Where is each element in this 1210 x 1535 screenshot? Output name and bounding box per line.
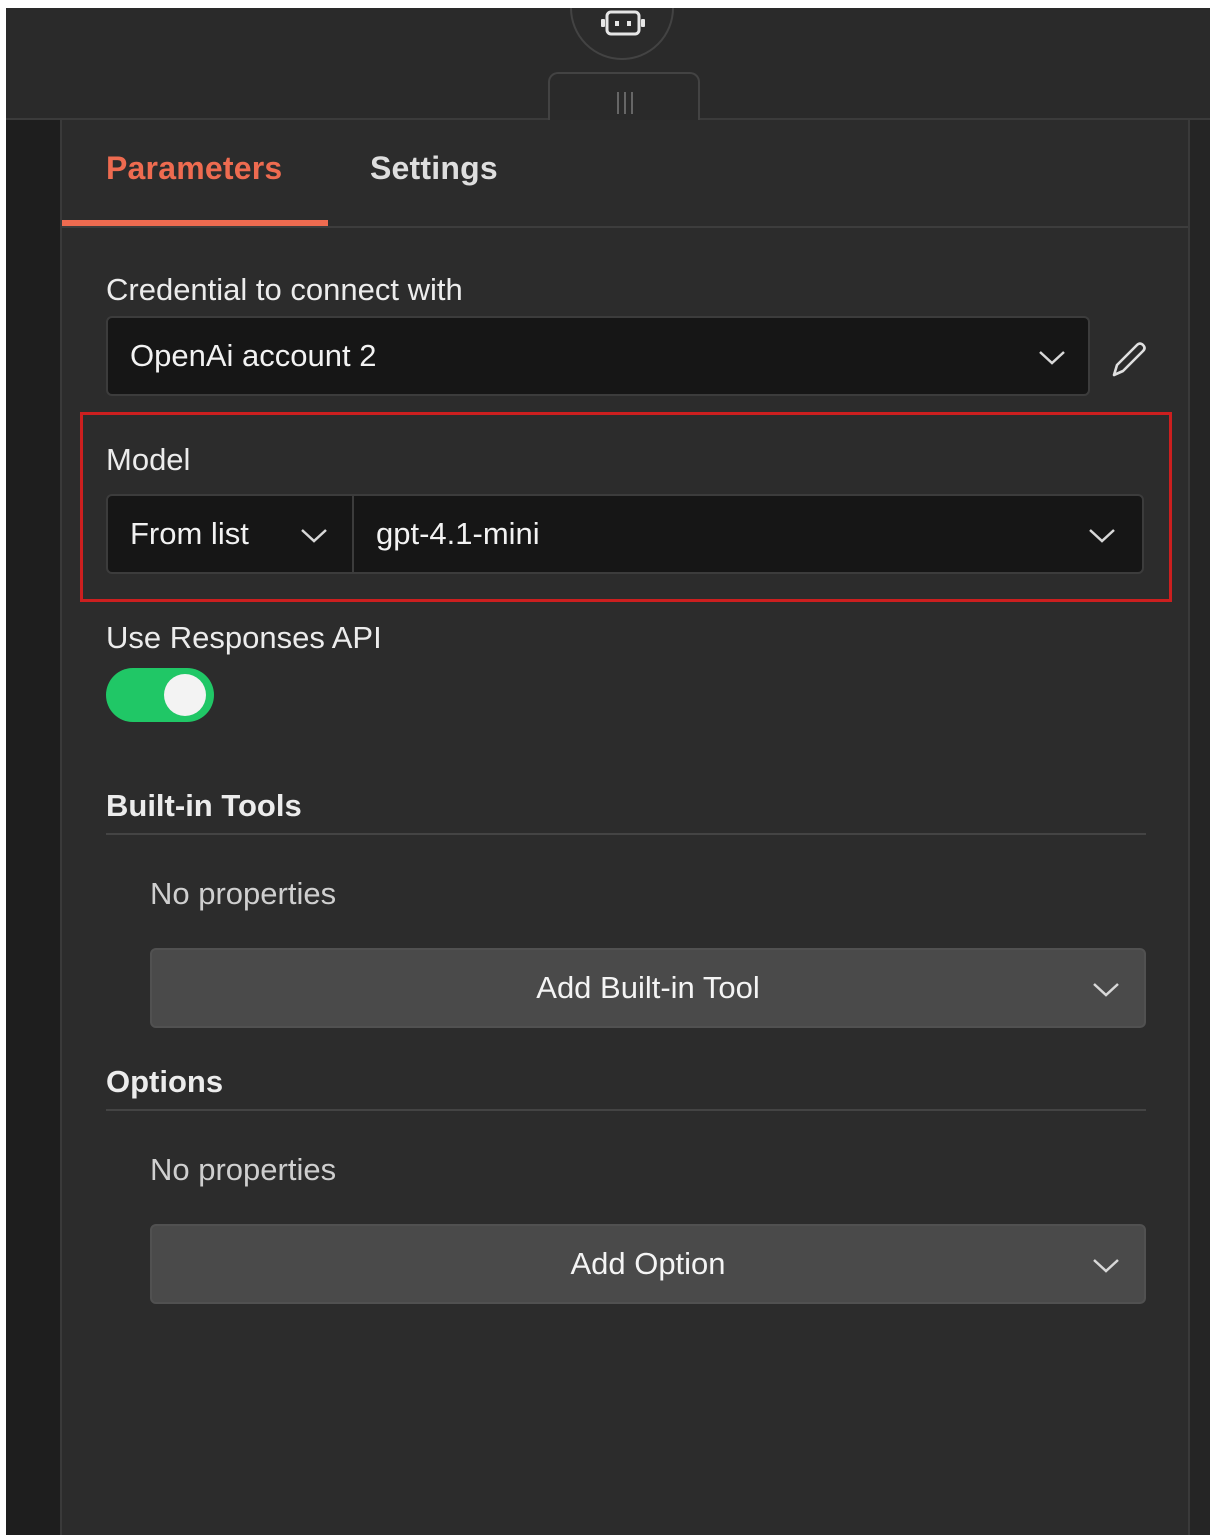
add-builtin-tool-button[interactable]: Add Built-in Tool bbox=[150, 948, 1146, 1028]
tab-settings[interactable]: Settings bbox=[370, 150, 498, 187]
toggle-knob bbox=[164, 674, 206, 716]
robot-icon bbox=[601, 10, 645, 36]
credential-label: Credential to connect with bbox=[106, 272, 463, 307]
ai-node[interactable] bbox=[570, 8, 674, 60]
parameters-panel: Parameters Settings Credential to connec… bbox=[60, 120, 1190, 1535]
options-title: Options bbox=[106, 1064, 224, 1099]
builtin-tools-empty-text: No properties bbox=[150, 876, 337, 911]
options-empty-text: No properties bbox=[150, 1152, 337, 1187]
right-gutter bbox=[1190, 120, 1210, 1535]
active-tab-indicator bbox=[62, 220, 328, 226]
builtin-tools-divider bbox=[106, 833, 1146, 835]
chevron-down-icon bbox=[1039, 351, 1065, 365]
chevron-down-icon bbox=[1093, 983, 1119, 997]
credential-value: OpenAi account 2 bbox=[130, 338, 377, 373]
add-option-label: Add Option bbox=[570, 1246, 726, 1281]
credential-select[interactable]: OpenAi account 2 bbox=[106, 316, 1090, 396]
model-highlight-box bbox=[80, 412, 1172, 602]
drag-handle-icon bbox=[617, 92, 633, 114]
options-divider bbox=[106, 1109, 1146, 1111]
responses-api-label: Use Responses API bbox=[106, 620, 382, 655]
app-frame: Parameters Settings Credential to connec… bbox=[6, 8, 1210, 1535]
canvas-top-area bbox=[6, 8, 1210, 122]
panel-drag-tab[interactable] bbox=[548, 72, 700, 122]
chevron-down-icon bbox=[1093, 1259, 1119, 1273]
responses-api-toggle[interactable] bbox=[106, 668, 214, 722]
edit-credential-icon[interactable] bbox=[1106, 338, 1150, 382]
left-gutter bbox=[6, 120, 60, 1535]
panel-tabs: Parameters Settings bbox=[62, 120, 1188, 228]
add-builtin-tool-label: Add Built-in Tool bbox=[536, 970, 760, 1005]
builtin-tools-title: Built-in Tools bbox=[106, 788, 302, 823]
tab-parameters[interactable]: Parameters bbox=[106, 150, 282, 187]
add-option-button[interactable]: Add Option bbox=[150, 1224, 1146, 1304]
